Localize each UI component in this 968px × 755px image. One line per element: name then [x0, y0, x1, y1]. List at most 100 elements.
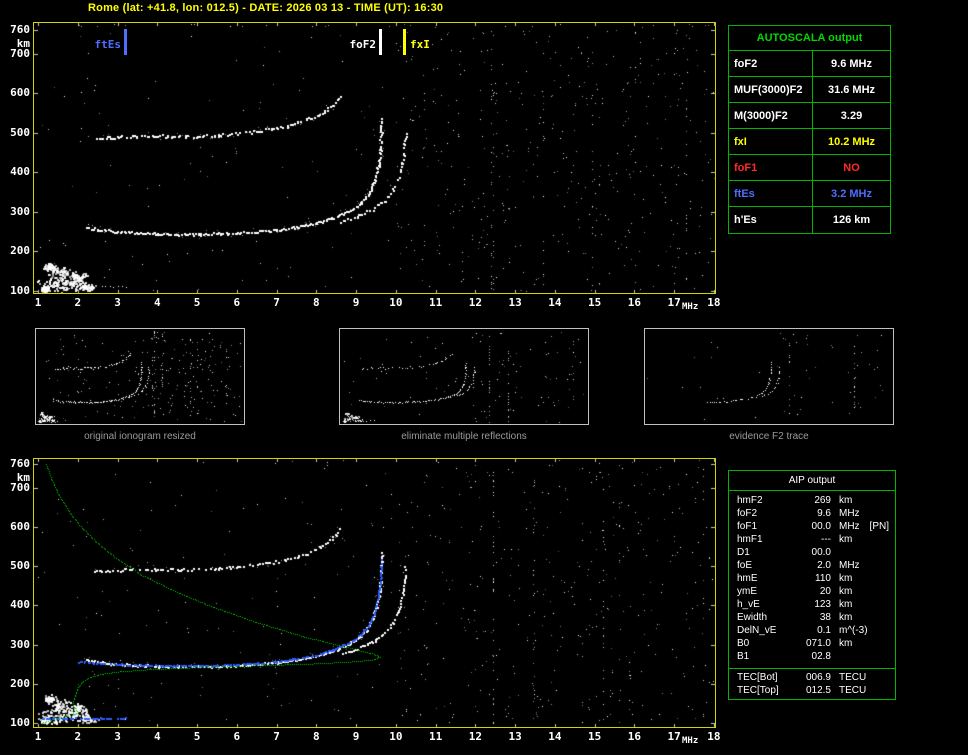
x-tick-label: 11 — [428, 730, 443, 743]
autoscala-row-fof2: foF2 9.6 MHz — [729, 51, 890, 77]
aip-param-label: TEC[Bot] — [737, 672, 778, 683]
x-tick-label: 15 — [588, 730, 602, 743]
aip-param-label: foE — [737, 560, 753, 571]
autoscala-row-fxi: fxI 10.2 MHz — [729, 129, 890, 155]
y-axis-unit-label: km — [16, 471, 30, 484]
y-tick-label: 400 — [10, 165, 30, 179]
aip-param-unit: MHz — [839, 560, 860, 571]
autoscala-row-m-3000-f2: M(3000)F2 3.29 — [729, 103, 890, 129]
y-tick-label: 200 — [10, 676, 30, 690]
y-tick-label: 200 — [10, 244, 30, 258]
mini-panel-eliminate-reflections — [339, 328, 589, 425]
autoscala-param-label: h'Es — [729, 207, 813, 233]
x-tick-label: 16 — [627, 730, 642, 743]
autoscala-param-value: NO — [843, 162, 860, 174]
y-tick-label: 760 — [10, 457, 30, 470]
aip-param-flag: [PN] — [869, 521, 889, 532]
autoscala-param-value: 9.6 MHz — [831, 58, 872, 70]
autoscala-row-fof1: foF1 NO — [729, 155, 890, 181]
aip-param-value: --- — [821, 534, 831, 545]
mini-caption-eliminate-reflections: eliminate multiple reflections — [401, 431, 527, 442]
aip-param-label: h_vE — [737, 599, 760, 610]
aip-table-title: AIP output — [729, 471, 895, 491]
autoscala-output-table: AUTOSCALA output foF2 9.6 MHz MUF(3000)F2 3… — [728, 25, 891, 234]
aip-param-unit: km — [839, 573, 853, 584]
aip-param-unit: m^(-3) — [839, 625, 868, 636]
autoscala-param-value: 31.6 MHz — [827, 84, 876, 96]
aip-param-unit: km — [839, 612, 853, 623]
y-tick-label: 500 — [10, 559, 30, 573]
aip-row-b0: B0 071.0 km — [729, 637, 895, 650]
aip-param-unit: MHz — [839, 508, 860, 519]
aip-param-label: B0 — [737, 638, 750, 649]
aip-param-unit: km — [839, 599, 853, 610]
mini-eliminate-reflections-canvas — [340, 329, 588, 424]
ionogram-top-plot — [33, 22, 716, 294]
aip-param-label: foF1 — [737, 521, 758, 532]
aip-row-d1: D1 00.0 — [729, 546, 895, 559]
aip-row-fof1: foF1 00.0 MHz [PN] — [729, 520, 895, 533]
x-tick-label: 10 — [389, 730, 403, 743]
x-tick-label: 13 — [508, 296, 522, 309]
aip-row-hmf1: hmF1 --- km — [729, 533, 895, 546]
x-tick-label: 2 — [74, 296, 82, 309]
aip-param-label: B1 — [737, 651, 750, 662]
aip-param-value: 2.0 — [817, 560, 831, 571]
aip-param-value: 9.6 — [817, 508, 831, 519]
mini-evidence-f2-canvas — [645, 329, 893, 424]
marker-line-ftes — [124, 29, 127, 55]
aip-row-ewidth: Ewidth 38 km — [729, 611, 895, 624]
mini-panel-evidence-f2 — [644, 328, 894, 425]
autoscala-param-value: 126 km — [832, 214, 871, 226]
autoscala-row-muf-3000-f2: MUF(3000)F2 31.6 MHz — [729, 77, 890, 103]
marker-label-fxi: fxI — [410, 38, 430, 51]
autoscala-table-rows: foF2 9.6 MHz MUF(3000)F2 31.6 MHz M(3000)F2 3… — [729, 51, 890, 233]
aip-param-value: 20 — [819, 586, 831, 597]
x-tick-label: 17 — [667, 296, 681, 309]
aip-param-value: 012.5 — [805, 685, 831, 696]
aip-row-h-ve: h_vE 123 km — [729, 598, 895, 611]
aip-param-value: 00.0 — [811, 521, 831, 532]
x-tick-label: 1 — [34, 730, 42, 743]
y-tick-label: 600 — [10, 86, 30, 100]
ionogram-bottom-plot — [33, 458, 716, 728]
x-tick-label: 14 — [548, 296, 562, 309]
aip-param-label: ymE — [737, 586, 757, 597]
ionogram-bottom-canvas — [34, 459, 715, 727]
x-tick-label: 4 — [153, 296, 161, 309]
aip-param-unit: km — [839, 586, 853, 597]
autoscala-param-value: 10.2 MHz — [827, 136, 876, 148]
x-tick-label: 8 — [313, 730, 320, 743]
aip-table-rows: hmF2 269 km foF2 9.6 MHz foF1 00.0 MHz [PN] hmF1 --… — [729, 491, 895, 665]
x-tick-label: 6 — [233, 296, 241, 309]
mini-caption-evidence-f2: evidence F2 trace — [729, 431, 809, 442]
x-axis-unit-label: MHz — [682, 302, 699, 312]
x-tick-label: 11 — [428, 296, 443, 309]
x-tick-label: 6 — [233, 730, 241, 743]
x-tick-label: 2 — [74, 730, 82, 743]
autoscala-param-value: 3.29 — [840, 110, 863, 122]
x-tick-label: 1 — [34, 296, 42, 309]
y-tick-label: 600 — [10, 519, 30, 533]
marker-label-fof2: foF2 — [349, 38, 377, 51]
mini-original-ionogram-canvas — [36, 329, 244, 424]
aip-param-value: 00.0 — [811, 547, 831, 558]
x-tick-label: 5 — [193, 730, 201, 743]
x-tick-label: 10 — [389, 296, 403, 309]
x-tick-label: 18 — [707, 730, 721, 743]
y-tick-label: 100 — [10, 715, 30, 729]
aip-row-hmf2: hmF2 269 km — [729, 494, 895, 507]
x-tick-label: 5 — [193, 296, 201, 309]
y-tick-label: 400 — [10, 598, 30, 612]
aip-param-label: hmF1 — [737, 534, 763, 545]
autoscala-param-label: ftEs — [729, 181, 813, 206]
x-tick-label: 14 — [548, 730, 562, 743]
y-tick-label: 300 — [10, 637, 30, 651]
aip-param-unit: km — [839, 495, 853, 506]
station-date-title: Rome (lat: +41.8, lon: 012.5) - DATE: 20… — [88, 2, 444, 14]
aip-param-label: hmF2 — [737, 495, 763, 506]
aip-tec-rows: TEC[Bot] 006.9 TECU TEC[Top] 012.5 TECU — [729, 671, 895, 697]
aip-param-label: foF2 — [737, 508, 758, 519]
aip-param-unit: km — [839, 638, 853, 649]
aip-tec-divider — [729, 668, 895, 669]
